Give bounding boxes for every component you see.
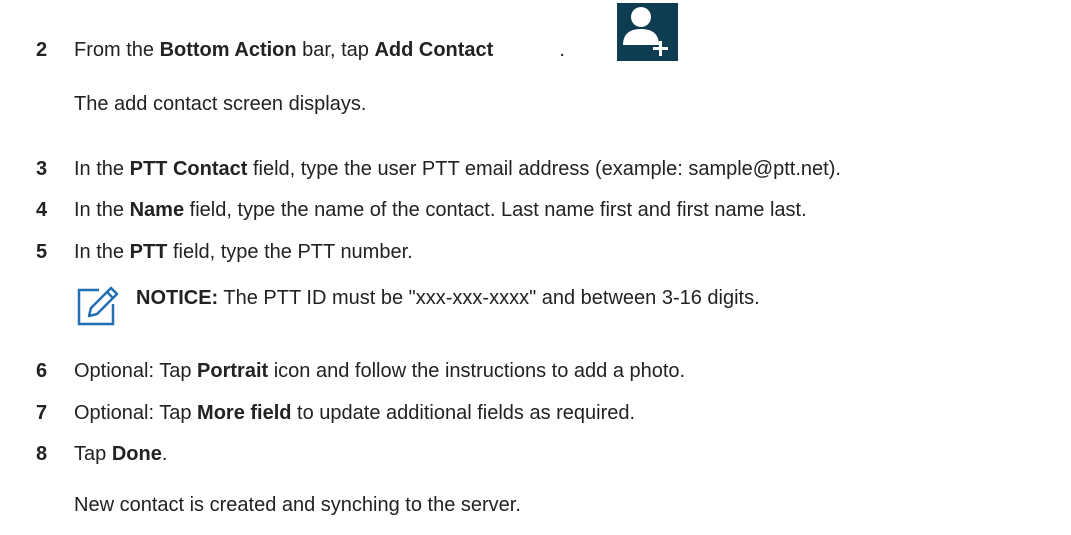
step-text: Tap — [74, 443, 112, 465]
step-instruction: Optional: Tap Portrait icon and follow t… — [74, 359, 685, 383]
step-instruction: In the PTT field, type the PTT number. — [74, 240, 413, 264]
ui-term: PTT Contact — [129, 158, 248, 180]
notice-body: The PTT ID must be "xxx-xxx-xxxx" and be… — [218, 287, 760, 309]
step-number: 7 — [36, 402, 48, 424]
step-instruction: In the Name field, type the name of the … — [74, 198, 807, 222]
step-instruction: Tap Done. — [74, 442, 167, 466]
ui-term: Bottom Action — [159, 39, 297, 61]
notice-message: NOTICE: The PTT ID must be "xxx-xxx-xxxx… — [136, 286, 760, 310]
add-contact-icon — [617, 3, 678, 61]
step-result: The add contact screen displays. — [74, 93, 367, 115]
step-result: New contact is created and synching to t… — [74, 494, 521, 516]
step-instruction: Optional: Tap More field to update addit… — [74, 401, 635, 425]
ui-term: Done — [111, 443, 162, 465]
ui-term: Name — [129, 199, 185, 221]
ui-term: PTT — [129, 241, 168, 263]
step-text: field, type the name of the contact. Las… — [184, 199, 807, 221]
step-number: 8 — [36, 443, 48, 465]
step-text: Optional: Tap — [74, 402, 198, 424]
step-text: . — [559, 39, 565, 61]
step-number: 2 — [36, 39, 48, 61]
step-text: bar, tap — [296, 39, 375, 61]
ui-term: Portrait — [197, 360, 269, 382]
step-number: 4 — [36, 199, 48, 221]
step-text: to update additional fields as required. — [291, 402, 636, 424]
step-instruction: From the Bottom Action bar, tap Add Cont… — [74, 38, 565, 62]
step-text: . — [161, 443, 168, 465]
notice-pencil-icon — [75, 284, 119, 328]
step-number: 3 — [36, 158, 48, 180]
step-text: In the — [74, 241, 130, 263]
step-text: icon and follow the instructions to add … — [268, 360, 686, 382]
step-text: In the — [74, 158, 130, 180]
step-instruction: In the PTT Contact field, type the user … — [74, 157, 841, 181]
step-text: In the — [74, 199, 130, 221]
step-number: 6 — [36, 360, 48, 382]
step-number: 5 — [36, 241, 48, 263]
step-text: Optional: Tap — [74, 360, 198, 382]
ui-term: More field — [197, 402, 292, 424]
step-text: field, type the PTT number. — [167, 241, 413, 263]
ui-term: Add Contact — [374, 39, 494, 61]
notice-label: NOTICE: — [136, 287, 219, 309]
step-text: From the — [74, 39, 160, 61]
step-text: field, type the user PTT email address (… — [247, 158, 841, 180]
